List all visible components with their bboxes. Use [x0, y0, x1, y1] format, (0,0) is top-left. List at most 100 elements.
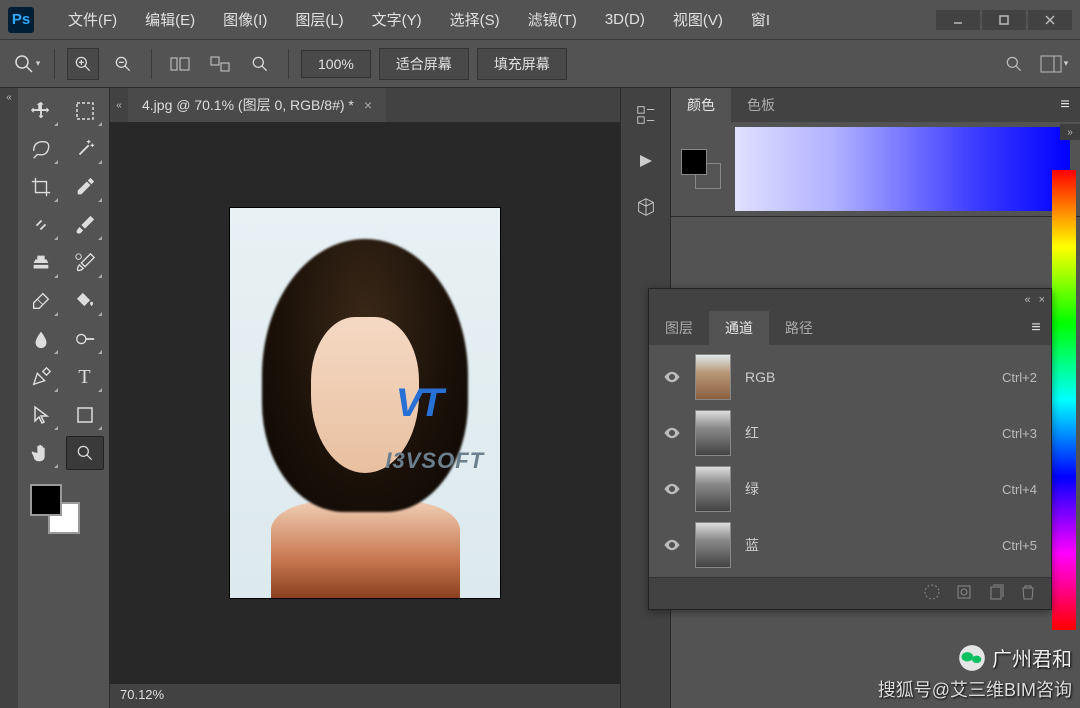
document-tab[interactable]: 4.jpg @ 70.1% (图层 0, RGB/8#) * ×	[128, 88, 386, 122]
lasso-tool[interactable]	[22, 132, 60, 166]
actions-panel-icon[interactable]	[633, 148, 659, 174]
color-swatches[interactable]	[30, 484, 80, 534]
toolbox-collapse-strip[interactable]: «	[0, 88, 18, 708]
pen-tool[interactable]	[22, 360, 60, 394]
status-zoom-level[interactable]: 70.12%	[120, 687, 164, 702]
healing-brush-tool[interactable]	[22, 208, 60, 242]
channels-panel: « × 图层 通道 路径 ≡ RGB Ctrl+2 红 Ctrl+3 绿Ctrl+4蓝C…	[648, 288, 1052, 610]
swatches-tab[interactable]: 色板	[731, 88, 791, 122]
eraser-tool[interactable]	[22, 284, 60, 318]
channel-shortcut: Ctrl+3	[1002, 426, 1037, 441]
channel-row[interactable]: RGB Ctrl+2	[649, 349, 1051, 405]
visibility-icon[interactable]	[663, 368, 681, 386]
menu-bar: Ps 文件(F) 编辑(E) 图像(I) 图层(L) 文字(Y) 选择(S) 滤…	[0, 0, 1080, 40]
hand-tool[interactable]	[22, 436, 60, 470]
type-tool[interactable]: T	[66, 360, 104, 394]
menu-filter[interactable]: 滤镜(T)	[514, 9, 591, 30]
zoom-level-field[interactable]: 100%	[301, 50, 371, 78]
panel-menu-icon[interactable]: ≡	[1021, 311, 1051, 345]
zoom-in-button[interactable]	[67, 48, 99, 80]
canvas-area[interactable]: VT I3VSOFT	[110, 122, 620, 684]
channel-thumbnail	[695, 354, 731, 400]
color-panel-swatch[interactable]	[681, 149, 721, 189]
save-selection-icon[interactable]	[955, 583, 977, 605]
fill-screen-button[interactable]: 填充屏幕	[477, 48, 567, 80]
document-canvas[interactable]	[230, 208, 500, 598]
visibility-icon[interactable]	[663, 536, 681, 554]
menu-layer[interactable]: 图层(L)	[281, 9, 357, 30]
color-tab[interactable]: 颜色	[671, 88, 731, 122]
menu-file[interactable]: 文件(F)	[54, 9, 131, 30]
menu-edit[interactable]: 编辑(E)	[131, 9, 209, 30]
marquee-tool[interactable]	[66, 94, 104, 128]
scrubby-zoom-button[interactable]	[244, 48, 276, 80]
panel-collapse-button[interactable]: «	[1024, 294, 1030, 306]
sohu-watermark: 搜狐号@艾三维BIM咨询	[878, 676, 1072, 702]
channel-row[interactable]: 蓝Ctrl+5	[649, 517, 1051, 573]
move-tool[interactable]	[22, 94, 60, 128]
channel-name: RGB	[745, 369, 988, 385]
search-icon[interactable]	[998, 48, 1030, 80]
window-minimize-button[interactable]	[936, 10, 980, 30]
channel-shortcut: Ctrl+2	[1002, 370, 1037, 385]
blur-tool[interactable]	[22, 322, 60, 356]
menu-window[interactable]: 窗I	[737, 9, 784, 30]
history-panel-icon[interactable]	[633, 102, 659, 128]
visibility-icon[interactable]	[663, 424, 681, 442]
document-tab-bar: « 4.jpg @ 70.1% (图层 0, RGB/8#) * ×	[110, 88, 620, 122]
zoom-out-button[interactable]	[107, 48, 139, 80]
channel-row[interactable]: 绿Ctrl+4	[649, 461, 1051, 517]
dodge-tool[interactable]	[66, 322, 104, 356]
channel-name: 红	[745, 423, 988, 443]
3d-panel-icon[interactable]	[633, 194, 659, 220]
paths-tab[interactable]: 路径	[769, 311, 829, 345]
hue-strip[interactable]	[1052, 170, 1076, 630]
history-brush-tool[interactable]	[66, 246, 104, 280]
paint-bucket-tool[interactable]	[66, 284, 104, 318]
eyedropper-tool[interactable]	[66, 170, 104, 204]
magic-wand-tool[interactable]	[66, 132, 104, 166]
panel-collapse-icon[interactable]: »	[1060, 124, 1080, 140]
channel-thumbnail	[695, 410, 731, 456]
load-selection-icon[interactable]	[923, 583, 945, 605]
channel-row[interactable]: 红 Ctrl+3	[649, 405, 1051, 461]
visibility-icon[interactable]	[663, 480, 681, 498]
color-panel: 颜色 色板 ≡	[671, 88, 1080, 217]
zoom-tool[interactable]	[66, 436, 104, 470]
channel-name: 蓝	[745, 535, 988, 555]
path-selection-tool[interactable]	[22, 398, 60, 432]
watermark-brand: I3VSOFT	[385, 448, 484, 474]
menu-3d[interactable]: 3D(D)	[591, 11, 659, 28]
window-maximize-button[interactable]	[982, 10, 1026, 30]
channel-thumbnail	[695, 522, 731, 568]
document-tab-title: 4.jpg @ 70.1% (图层 0, RGB/8#) *	[142, 95, 354, 115]
crop-tool[interactable]	[22, 170, 60, 204]
channels-tab[interactable]: 通道	[709, 311, 769, 345]
fit-screen-button[interactable]: 适合屏幕	[379, 48, 469, 80]
close-tab-icon[interactable]: ×	[364, 97, 372, 113]
clone-stamp-tool[interactable]	[22, 246, 60, 280]
layers-tab[interactable]: 图层	[649, 311, 709, 345]
window-close-button[interactable]	[1028, 10, 1072, 30]
workspace-switcher-icon[interactable]: ▾	[1038, 48, 1070, 80]
color-field[interactable]	[735, 127, 1070, 211]
menu-type[interactable]: 文字(Y)	[358, 9, 436, 30]
brush-tool[interactable]	[66, 208, 104, 242]
panel-menu-icon[interactable]: ≡	[1050, 88, 1080, 122]
options-bar: ▾ 100% 适合屏幕 填充屏幕 ▾	[0, 40, 1080, 88]
menu-image[interactable]: 图像(I)	[209, 9, 281, 30]
zoom-all-button[interactable]	[204, 48, 236, 80]
foreground-color-swatch[interactable]	[30, 484, 62, 516]
tool-preset-icon[interactable]: ▾	[10, 48, 42, 80]
delete-channel-icon[interactable]	[1019, 583, 1041, 605]
toolbox: T	[18, 88, 110, 708]
menu-select[interactable]: 选择(S)	[436, 9, 514, 30]
resize-windows-button[interactable]	[164, 48, 196, 80]
channel-list: RGB Ctrl+2 红 Ctrl+3 绿Ctrl+4蓝Ctrl+5	[649, 345, 1051, 577]
wechat-watermark: 广州君和	[958, 643, 1072, 672]
tab-collapse-icon[interactable]: «	[110, 100, 128, 111]
panel-close-button[interactable]: ×	[1039, 294, 1045, 306]
menu-view[interactable]: 视图(V)	[659, 9, 737, 30]
shape-tool[interactable]	[66, 398, 104, 432]
new-channel-icon[interactable]	[987, 583, 1009, 605]
